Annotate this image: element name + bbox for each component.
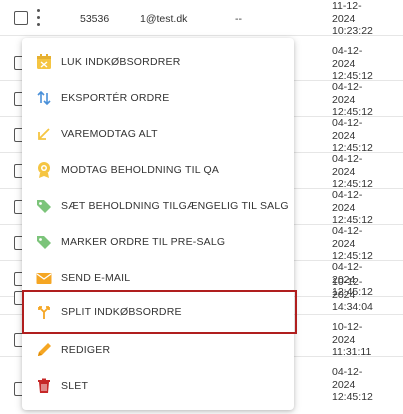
menu-item-set-stock-available[interactable]: SÆT BEHOLDNING TILGÆNGELIG TIL SALG — [22, 188, 294, 224]
trash-icon — [35, 377, 53, 395]
menu-item-delete[interactable]: SLET — [22, 368, 294, 404]
kebab-menu-icon[interactable] — [34, 7, 44, 29]
row-checkbox[interactable] — [14, 11, 28, 25]
menu-item-label: EKSPORTÉR ORDRE — [61, 92, 170, 104]
order-id: 53536 — [80, 13, 110, 25]
menu-item-label: SLET — [61, 380, 89, 392]
order-date: 10-12- 2024 14:34:04 — [332, 276, 373, 313]
order-date: 04-12- 2024 12:45:12 — [332, 117, 373, 154]
menu-item-label: LUK INDKØBSORDRER — [61, 56, 181, 68]
order-dash: -- — [235, 13, 242, 25]
menu-item-mark-presale[interactable]: MARKER ORDRE TIL PRE-SALG — [22, 224, 294, 260]
badge-icon — [35, 161, 53, 179]
menu-item-label: VAREMODTAG ALT — [61, 128, 158, 140]
menu-item-split-purchase-order[interactable]: SPLIT INDKØBSORDRE — [22, 290, 297, 334]
order-date: 04-12- 2024 12:45:12 — [332, 45, 373, 82]
menu-item-close-purchase-orders[interactable]: LUK INDKØBSORDRER — [22, 44, 294, 80]
envelope-icon — [35, 269, 53, 287]
row-actions-menu: LUK INDKØBSORDRER EKSPORTÉR ORDRE VAREMO… — [22, 38, 297, 410]
order-date: 04-12- 2024 12:45:12 — [332, 189, 373, 226]
order-date: 10-12- 2024 11:31:11 — [332, 321, 372, 358]
order-date: 04-12- 2024 12:45:12 — [332, 81, 373, 118]
menu-item-receive-stock-qa[interactable]: MODTAG BEHOLDNING TIL QA — [22, 152, 294, 188]
menu-item-label: SEND E-MAIL — [61, 272, 131, 284]
order-date: 11-12- 2024 10:23:22 — [332, 0, 373, 37]
menu-item-label: MODTAG BEHOLDNING TIL QA — [61, 164, 220, 176]
menu-item-label: SÆT BEHOLDNING TILGÆNGELIG TIL SALG — [61, 200, 289, 212]
tag-icon — [35, 233, 53, 251]
arrow-down-left-icon — [35, 125, 53, 143]
swap-vertical-icon — [35, 89, 53, 107]
menu-item-export-order[interactable]: EKSPORTÉR ORDRE — [22, 80, 294, 116]
tag-icon — [35, 197, 53, 215]
menu-item-label: MARKER ORDRE TIL PRE-SALG — [61, 236, 226, 248]
menu-item-label: SPLIT INDKØBSORDRE — [61, 306, 182, 318]
menu-item-label: REDIGER — [61, 344, 111, 356]
calendar-close-icon — [35, 53, 53, 71]
pencil-icon — [35, 341, 53, 359]
order-date: 04-12- 2024 12:45:12 — [332, 366, 373, 403]
split-icon — [35, 303, 53, 321]
order-date: 04-12- 2024 12:45:12 — [332, 153, 373, 190]
menu-item-edit[interactable]: REDIGER — [22, 332, 294, 368]
table-row[interactable]: 53536 1@test.dk -- 11-12- 2024 10:23:22 — [0, 0, 403, 37]
order-date: 04-12- 2024 12:45:12 — [332, 225, 373, 262]
order-email: 1@test.dk — [140, 13, 188, 25]
menu-item-receive-all[interactable]: VAREMODTAG ALT — [22, 116, 294, 152]
